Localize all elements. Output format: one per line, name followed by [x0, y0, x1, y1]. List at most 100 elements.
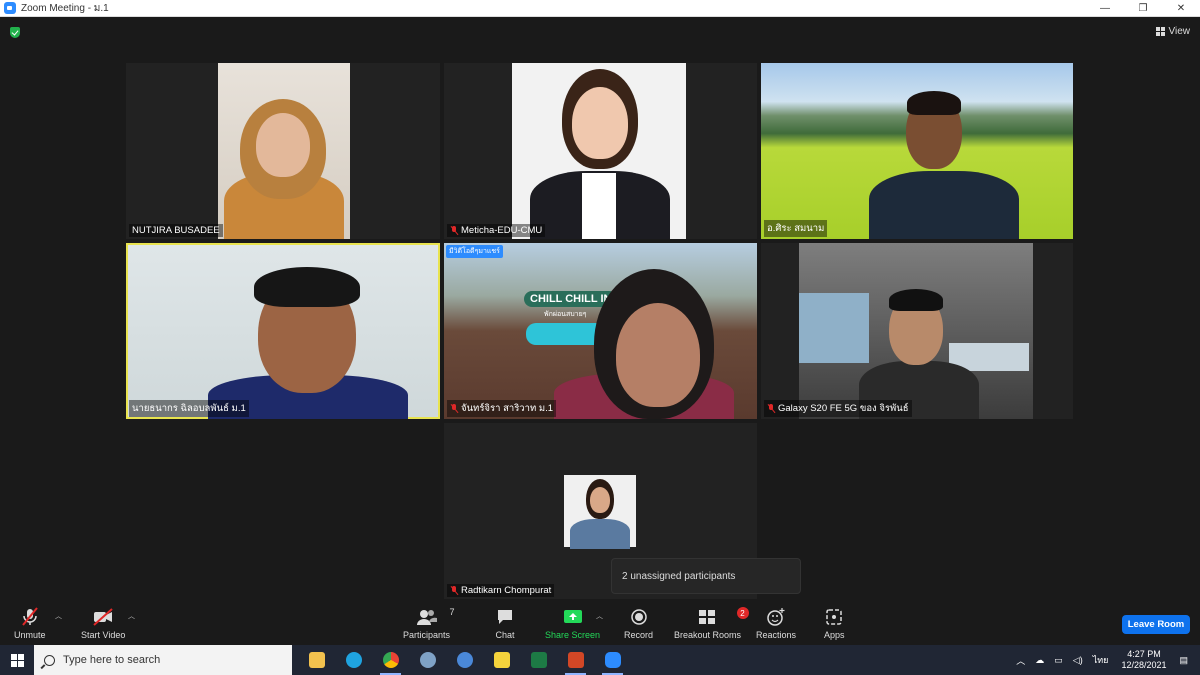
- search-icon: [44, 654, 55, 666]
- window-title: Zoom Meeting - ม.1: [21, 2, 109, 14]
- restore-button[interactable]: ❐: [1124, 0, 1162, 17]
- breakout-rooms-button[interactable]: 2 Breakout Rooms: [674, 607, 749, 640]
- virtual-background: มีวิดีโอดีๆมาแชร์ CHILL CHILL IN พักผ่อน…: [444, 243, 757, 419]
- minimize-button[interactable]: —: [1086, 0, 1124, 17]
- record-label: Record: [624, 630, 654, 640]
- volume-icon[interactable]: ◁): [1073, 655, 1083, 666]
- participant-name: Radtikarn Chompurat: [447, 584, 555, 597]
- profile-picture: [564, 475, 636, 549]
- microphone-muted-icon: [21, 607, 38, 626]
- view-label: View: [1168, 26, 1191, 37]
- participant-name: จันทร์จิรา สาริวาท ม.1: [447, 400, 557, 417]
- sticky-notes-app[interactable]: [483, 645, 520, 675]
- breakout-rooms-badge: 2: [736, 607, 749, 619]
- video-tile[interactable]: มีวิดีโอดีๆมาแชร์ CHILL CHILL IN พักผ่อน…: [444, 243, 757, 419]
- network-icon[interactable]: ▭: [1054, 655, 1063, 666]
- mic-muted-icon: [450, 404, 458, 413]
- search-placeholder: Type here to search: [63, 654, 161, 666]
- video-tile[interactable]: Galaxy S20 FE 5G ของ จิรพันธ์: [761, 243, 1073, 419]
- encryption-shield-icon[interactable]: [10, 27, 20, 38]
- chrome-icon: [382, 652, 399, 668]
- participant-name: NUTJIRA BUSADEE: [129, 224, 223, 237]
- video-tile-active-speaker[interactable]: นายธนากร ฉิลอบลพันธ์ ม.1: [126, 243, 440, 419]
- globe-app[interactable]: [446, 645, 483, 675]
- view-button[interactable]: View: [1155, 26, 1191, 37]
- breakout-rooms-label: Breakout Rooms: [674, 630, 742, 640]
- chat-button[interactable]: Chat: [495, 607, 515, 640]
- chrome-app[interactable]: [372, 645, 409, 675]
- zoom-window: Zoom Meeting - ม.1 — ❐ ✕ View NUTJIRA BU…: [0, 0, 1200, 675]
- zoom-taskbar-app[interactable]: [594, 645, 631, 675]
- video-feed: [512, 63, 686, 239]
- reactions-button[interactable]: Reactions: [756, 607, 796, 640]
- breakout-rooms-icon: [698, 610, 715, 624]
- virtual-background: [761, 63, 1073, 239]
- share-screen-button[interactable]: Share Screen: [545, 607, 600, 640]
- record-button[interactable]: Record: [624, 607, 653, 640]
- sticky-notes-icon: [493, 652, 510, 668]
- participants-button[interactable]: 7 Participants: [403, 607, 455, 640]
- participants-icon: [416, 610, 437, 625]
- clock-date: 12/28/2021: [1121, 660, 1167, 670]
- powerpoint-app[interactable]: [557, 645, 594, 675]
- record-icon: [630, 609, 647, 625]
- background-sub-text: พักผ่อนสบายๆ: [544, 311, 587, 318]
- video-feed: [128, 245, 438, 419]
- mic-muted-icon: [767, 404, 775, 413]
- rocket-app-icon: [419, 652, 436, 668]
- video-feed: [799, 243, 1033, 419]
- excel-app[interactable]: [520, 645, 557, 675]
- video-tile[interactable]: Meticha-EDU-CMU: [444, 63, 757, 239]
- file-explorer-app[interactable]: [298, 645, 335, 675]
- share-screen-label: Share Screen: [545, 630, 601, 640]
- excel-icon: [530, 652, 547, 668]
- taskbar-search-box[interactable]: Type here to search: [34, 645, 292, 675]
- video-tile[interactable]: อ.ศิระ สมนาม: [761, 63, 1073, 239]
- participant-name: อ.ศิระ สมนาม: [764, 220, 828, 237]
- notifications-icon[interactable]: ▤: [1179, 655, 1188, 666]
- windows-taskbar: Type here to search ︿ ☁ ▭ ◁) ไทย 4:27 PM…: [0, 645, 1200, 675]
- chat-bubble-icon: [498, 610, 512, 624]
- chat-label: Chat: [495, 630, 515, 640]
- folder-icon: [308, 652, 325, 668]
- clock-time: 4:27 PM: [1127, 649, 1161, 659]
- globe-icon: [456, 652, 473, 668]
- start-button[interactable]: [0, 645, 34, 675]
- participants-label: Participants: [403, 630, 451, 640]
- start-video-label: Start Video: [81, 630, 126, 640]
- app-launcher-app[interactable]: [409, 645, 446, 675]
- input-language[interactable]: ไทย: [1093, 653, 1109, 667]
- meeting-toolbar: Unmute ︿ Start Video ︿ 7 Participants Ch…: [0, 605, 1200, 645]
- zoom-app-icon: [4, 2, 16, 14]
- unmute-button[interactable]: Unmute: [14, 607, 46, 640]
- share-options-caret-icon[interactable]: ︿: [596, 611, 603, 621]
- meeting-area: View NUTJIRA BUSADEE Meticha-EDU-CMU อ.ศ…: [0, 17, 1200, 605]
- edge-browser-icon: [345, 652, 362, 668]
- banner-badge: มีวิดีโอดีๆมาแชร์: [446, 245, 503, 258]
- audio-options-caret-icon[interactable]: ︿: [55, 611, 62, 621]
- video-tile[interactable]: NUTJIRA BUSADEE: [126, 63, 440, 239]
- show-hidden-icons-icon[interactable]: ︿: [1016, 654, 1025, 667]
- taskbar-clock[interactable]: 4:27 PM 12/28/2021: [1121, 649, 1166, 671]
- windows-logo-icon: [10, 653, 24, 667]
- taskbar-apps: [298, 645, 631, 675]
- powerpoint-icon: [567, 652, 584, 668]
- zoom-icon: [604, 652, 621, 668]
- video-feed: [218, 63, 350, 239]
- grid-view-icon: [1155, 27, 1165, 36]
- unassigned-participants-popup[interactable]: 2 unassigned participants: [611, 558, 801, 594]
- reactions-label: Reactions: [756, 630, 797, 640]
- leave-room-button[interactable]: Leave Room: [1122, 615, 1190, 634]
- apps-button[interactable]: Apps: [824, 607, 845, 640]
- participant-name: นายธนากร ฉิลอบลพันธ์ ม.1: [129, 400, 249, 417]
- unmute-label: Unmute: [14, 630, 46, 640]
- cloud-icon[interactable]: ☁: [1035, 655, 1044, 666]
- participant-name: Galaxy S20 FE 5G ของ จิรพันธ์: [764, 400, 912, 417]
- close-button[interactable]: ✕: [1162, 0, 1200, 17]
- video-options-caret-icon[interactable]: ︿: [128, 611, 135, 621]
- start-video-button[interactable]: Start Video: [81, 607, 125, 640]
- mic-muted-icon: [450, 226, 458, 235]
- system-tray: ︿ ☁ ▭ ◁) ไทย 4:27 PM 12/28/2021 ▤: [1011, 645, 1200, 675]
- edge-app[interactable]: [335, 645, 372, 675]
- participants-count: 7: [449, 607, 455, 617]
